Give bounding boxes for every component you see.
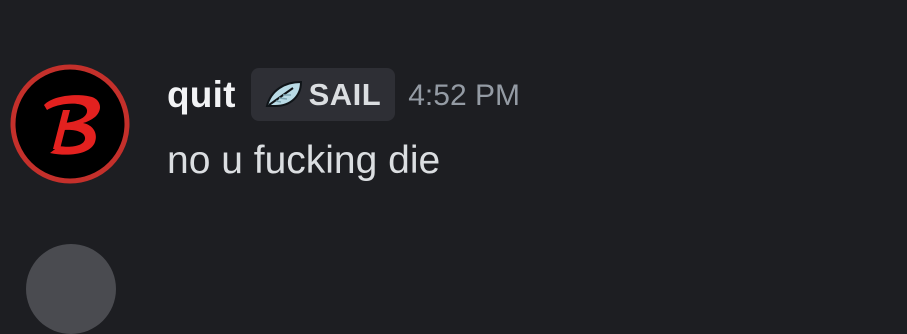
chat-message: quit SAIL 4:52 PM no u fucking die (0, 0, 907, 230)
timestamp[interactable]: 4:52 PM (408, 77, 520, 111)
role-tag[interactable]: SAIL (250, 67, 396, 121)
role-tag-label: SAIL (308, 76, 382, 112)
message-content: no u fucking die (167, 139, 441, 182)
leaf-icon (265, 80, 302, 107)
next-message-avatar[interactable] (26, 244, 116, 334)
letter-b-logo-icon (10, 64, 130, 184)
message-header: quit SAIL 4:52 PM (167, 66, 520, 122)
avatar[interactable] (9, 63, 131, 185)
username[interactable]: quit (167, 76, 236, 113)
